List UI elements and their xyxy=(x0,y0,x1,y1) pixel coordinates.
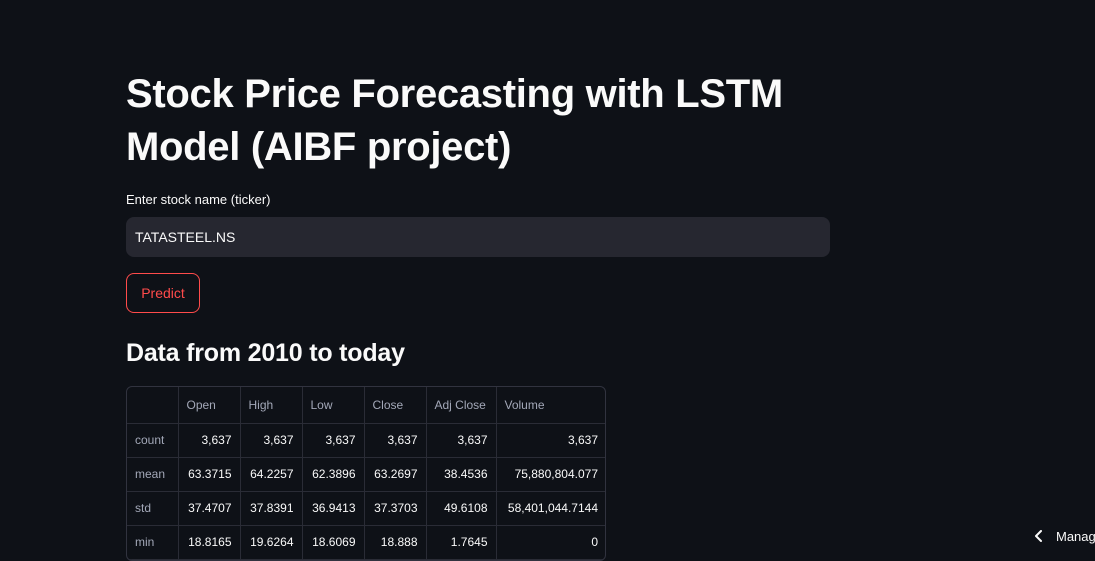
table-header-row: Open High Low Close Adj Close Volume xyxy=(127,387,605,424)
table-cell: 58,401,044.7144 xyxy=(496,491,605,526)
table-row: count 3,637 3,637 3,637 3,637 3,637 3,63… xyxy=(127,423,605,458)
table-cell: 19.6264 xyxy=(240,525,303,560)
table-cell: 3,637 xyxy=(426,423,497,458)
table-cell: 49.6108 xyxy=(426,491,497,526)
manage-app-button[interactable]: Manage app xyxy=(1034,524,1095,548)
table-cell: 63.2697 xyxy=(364,457,427,492)
table-cell: 36.9413 xyxy=(302,491,365,526)
section-title: Data from 2010 to today xyxy=(126,339,405,367)
table-cell: 3,637 xyxy=(364,423,427,458)
column-header-open[interactable]: Open xyxy=(178,387,241,424)
table-row: mean 63.3715 64.2257 62.3896 63.2697 38.… xyxy=(127,457,605,492)
chevron-left-icon xyxy=(1034,525,1044,547)
column-header-close[interactable]: Close xyxy=(364,387,427,424)
table-cell: 75,880,804.077 xyxy=(496,457,605,492)
table-cell: 18.888 xyxy=(364,525,427,560)
predict-button[interactable]: Predict xyxy=(126,273,200,313)
table-cell: 1.7645 xyxy=(426,525,497,560)
page-title: Stock Price Forecasting with LSTM Model … xyxy=(126,72,783,169)
column-header-index xyxy=(127,387,179,424)
column-header-low[interactable]: Low xyxy=(302,387,365,424)
table-row: min 18.8165 19.6264 18.6069 18.888 1.764… xyxy=(127,525,605,560)
column-header-adj-close[interactable]: Adj Close xyxy=(426,387,497,424)
row-label: min xyxy=(127,525,179,560)
table-cell: 3,637 xyxy=(496,423,605,458)
column-header-high[interactable]: High xyxy=(240,387,303,424)
table-cell: 18.6069 xyxy=(302,525,365,560)
table-cell: 64.2257 xyxy=(240,457,303,492)
manage-app-label: Manage app xyxy=(1056,528,1095,544)
table-cell: 63.3715 xyxy=(178,457,241,492)
data-table[interactable]: Open High Low Close Adj Close Volume cou… xyxy=(126,386,606,561)
table-cell: 0 xyxy=(496,525,605,560)
column-header-volume[interactable]: Volume xyxy=(496,387,605,424)
table-cell: 3,637 xyxy=(178,423,241,458)
table-cell: 37.3703 xyxy=(364,491,427,526)
row-label: mean xyxy=(127,457,179,492)
table-cell: 18.8165 xyxy=(178,525,241,560)
table-cell: 38.4536 xyxy=(426,457,497,492)
table-cell: 3,637 xyxy=(302,423,365,458)
table-cell: 62.3896 xyxy=(302,457,365,492)
table-row: std 37.4707 37.8391 36.9413 37.3703 49.6… xyxy=(127,491,605,526)
table-cell: 3,637 xyxy=(240,423,303,458)
table-cell: 37.8391 xyxy=(240,491,303,526)
row-label: std xyxy=(127,491,179,526)
row-label: count xyxy=(127,423,179,458)
ticker-input-label: Enter stock name (ticker) xyxy=(126,192,271,207)
table-cell: 37.4707 xyxy=(178,491,241,526)
ticker-input[interactable] xyxy=(126,217,830,257)
